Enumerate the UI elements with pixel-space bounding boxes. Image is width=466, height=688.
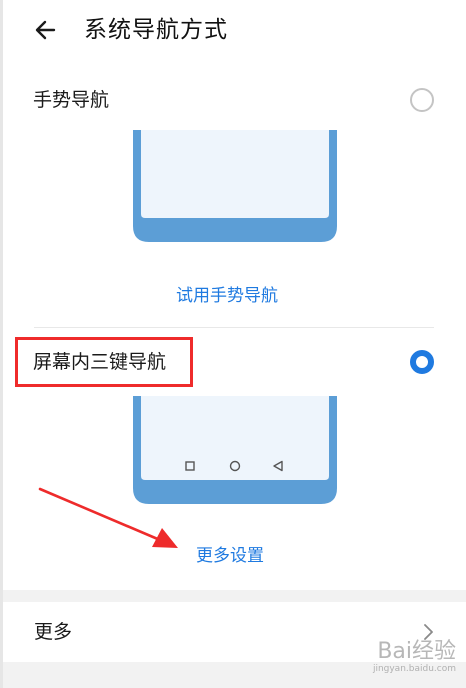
try-gesture-link[interactable]: 试用手势导航 xyxy=(176,284,278,308)
header: 系统导航方式 xyxy=(0,0,466,62)
option-three-key-label[interactable]: 屏幕内三键导航 xyxy=(33,348,166,376)
radio-gesture[interactable] xyxy=(410,88,434,112)
back-button[interactable] xyxy=(30,14,66,46)
page-title: 系统导航方式 xyxy=(84,17,228,43)
more-settings-link[interactable]: 更多设置 xyxy=(196,544,264,568)
divider xyxy=(34,327,434,328)
arrow-left-icon xyxy=(35,20,56,40)
watermark-url: jingyan.baidu.com xyxy=(372,664,456,674)
three-key-phone-illustration xyxy=(133,396,337,504)
section-gap xyxy=(3,590,466,602)
more-label: 更多 xyxy=(34,621,73,643)
option-gesture-label[interactable]: 手势导航 xyxy=(33,86,109,114)
watermark: Bai经验 jingyan.baidu.com xyxy=(356,640,456,680)
gesture-phone-illustration xyxy=(133,130,337,242)
watermark-logo: Bai经验 xyxy=(377,639,456,664)
radio-three-key[interactable] xyxy=(410,350,434,374)
left-edge xyxy=(0,0,3,688)
